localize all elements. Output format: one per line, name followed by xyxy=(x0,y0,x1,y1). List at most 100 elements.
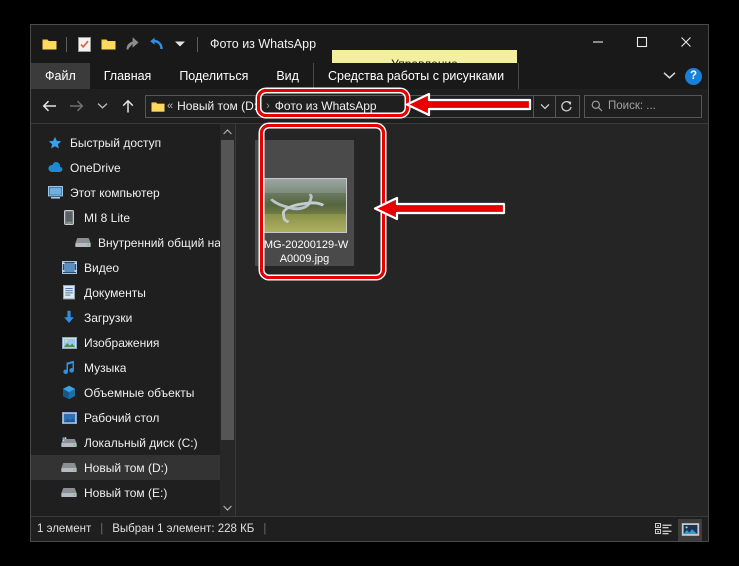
address-bar-buttons xyxy=(533,95,577,117)
breadcrumb-separator[interactable]: › xyxy=(266,100,270,112)
sidebar-item-mi-8-lite[interactable]: MI 8 Lite xyxy=(31,205,235,230)
quick-access-toolbar: Фото из WhatsApp xyxy=(31,25,316,63)
file-tile[interactable]: IMG-20200129-WA0009.jpg xyxy=(255,140,354,266)
scroll-down-arrow-icon[interactable] xyxy=(220,500,235,516)
sidebar-item-label: Этот компьютер xyxy=(70,185,160,200)
view-mode-buttons xyxy=(652,517,702,542)
file-explorer-window: Фото из WhatsApp Управление Файл Главная… xyxy=(30,24,709,542)
cloud-icon xyxy=(47,160,63,176)
undo-icon[interactable] xyxy=(145,31,167,57)
tab-file[interactable]: Файл xyxy=(31,63,90,89)
sidebar-item-label: Видео xyxy=(84,260,120,275)
title-bar: Фото из WhatsApp Управление xyxy=(31,25,708,77)
large-icons-view-button[interactable] xyxy=(678,518,702,541)
item-count-label: 1 элемент xyxy=(37,523,92,535)
tab-view[interactable]: Вид xyxy=(262,63,313,89)
forward-button[interactable] xyxy=(63,93,89,119)
sidebar-item-label: Документы xyxy=(84,285,146,300)
redo-icon[interactable] xyxy=(121,31,143,57)
sidebar-item-label: Новый том (D:) xyxy=(84,460,168,475)
explorer-body: Быстрый доступ OneDrive Этот компьютер M… xyxy=(31,123,708,516)
music-icon xyxy=(61,360,77,376)
sidebar-item-onedrive[interactable]: OneDrive xyxy=(31,155,235,180)
sidebar-item-3d-objects[interactable]: Объемные объекты xyxy=(31,380,235,405)
sidebar-item-documents[interactable]: Документы xyxy=(31,280,235,305)
tab-share[interactable]: Поделиться xyxy=(165,63,262,89)
breadcrumb: « Новый том (D:) › Фото из WhatsApp xyxy=(165,99,533,113)
sidebar-item-videos[interactable]: Видео xyxy=(31,255,235,280)
sidebar-item-label: Новый том (E:) xyxy=(84,485,168,500)
star-icon xyxy=(47,135,63,151)
sidebar-item-new-volume-d[interactable]: Новый том (D:) xyxy=(31,455,235,480)
folder-icon[interactable] xyxy=(38,31,60,57)
sidebar-item-music[interactable]: Музыка xyxy=(31,355,235,380)
sidebar-item-label: Объемные объекты xyxy=(84,385,195,400)
new-folder-icon[interactable] xyxy=(97,31,119,57)
status-bar: 1 элемент | Выбран 1 элемент: 228 КБ | xyxy=(31,516,708,541)
computer-icon xyxy=(47,185,63,201)
breadcrumb-item-drive[interactable]: Новый том (D:) xyxy=(177,99,261,113)
breadcrumb-item-current[interactable]: Фото из WhatsApp xyxy=(275,99,377,113)
sidebar-item-internal-storage[interactable]: Внутренний общий накоп xyxy=(31,230,235,255)
address-dropdown-button[interactable] xyxy=(533,95,555,117)
file-thumbnail xyxy=(262,178,347,233)
customize-quick-access-icon[interactable] xyxy=(169,31,191,57)
help-icon[interactable]: ? xyxy=(685,67,702,85)
breadcrumb-overflow[interactable]: « xyxy=(167,100,173,112)
navigation-pane: Быстрый доступ OneDrive Этот компьютер M… xyxy=(31,124,235,516)
sidebar-item-desktop[interactable]: Рабочий стол xyxy=(31,405,235,430)
screenshot-root: Фото из WhatsApp Управление Файл Главная… xyxy=(0,0,739,566)
documents-icon xyxy=(61,285,77,301)
chevron-down-icon[interactable] xyxy=(663,67,676,85)
file-name-label: IMG-20200129-WA0009.jpg xyxy=(260,239,349,265)
system-drive-icon xyxy=(61,435,77,451)
pictures-icon xyxy=(61,335,77,351)
properties-icon[interactable] xyxy=(73,31,95,57)
search-icon xyxy=(591,100,603,112)
sidebar-item-label: MI 8 Lite xyxy=(84,210,131,225)
desktop-icon xyxy=(61,410,77,426)
sidebar-item-downloads[interactable]: Загрузки xyxy=(31,305,235,330)
window-controls xyxy=(576,25,708,58)
search-box[interactable]: Поиск: ... xyxy=(584,94,702,118)
scrollbar-thumb[interactable] xyxy=(221,140,234,440)
search-input[interactable]: Поиск: ... xyxy=(608,100,656,112)
sidebar-item-local-disk-c[interactable]: Локальный диск (C:) xyxy=(31,430,235,455)
drive-icon xyxy=(61,485,77,501)
maximize-button[interactable] xyxy=(620,25,664,58)
sidebar-item-this-pc[interactable]: Этот компьютер xyxy=(31,180,235,205)
navigation-tree: Быстрый доступ OneDrive Этот компьютер M… xyxy=(31,124,235,505)
sidebar-item-label: Изображения xyxy=(84,335,160,350)
video-icon xyxy=(61,260,77,276)
navigation-pane-scrollbar[interactable] xyxy=(220,124,235,516)
sidebar-item-label: Рабочий стол xyxy=(84,410,160,425)
status-separator-2: | xyxy=(263,523,267,535)
scroll-up-arrow-icon[interactable] xyxy=(220,124,235,140)
recent-locations-button[interactable] xyxy=(89,93,115,119)
selection-info-label: Выбран 1 элемент: 228 КБ xyxy=(112,523,255,535)
sidebar-item-pictures[interactable]: Изображения xyxy=(31,330,235,355)
sidebar-item-label: Локальный диск (C:) xyxy=(84,435,198,450)
sidebar-item-label: Быстрый доступ xyxy=(70,135,162,150)
ribbon-right-controls: ? xyxy=(663,63,702,89)
drive-icon xyxy=(75,235,91,251)
sidebar-item-label: Внутренний общий накоп xyxy=(98,235,235,250)
breadcrumb-bar[interactable]: « Новый том (D:) › Фото из WhatsApp xyxy=(145,94,580,118)
sidebar-item-label: Загрузки xyxy=(84,310,133,325)
phone-icon xyxy=(61,210,77,226)
close-button[interactable] xyxy=(664,25,708,58)
tab-picture-tools[interactable]: Средства работы с рисунками xyxy=(312,63,520,89)
window-title: Фото из WhatsApp xyxy=(210,37,317,51)
refresh-button[interactable] xyxy=(555,95,577,117)
back-button[interactable] xyxy=(37,93,63,119)
file-list-pane[interactable]: IMG-20200129-WA0009.jpg xyxy=(235,124,708,516)
toolbar-divider-2 xyxy=(197,36,198,52)
tab-home[interactable]: Главная xyxy=(90,63,166,89)
downloads-icon xyxy=(61,310,77,326)
minimize-button[interactable] xyxy=(576,25,620,58)
address-bar: « Новый том (D:) › Фото из WhatsApp Поис… xyxy=(31,89,708,123)
sidebar-item-new-volume-e[interactable]: Новый том (E:) xyxy=(31,480,235,505)
up-button[interactable] xyxy=(115,93,141,119)
details-view-button[interactable] xyxy=(652,519,676,541)
sidebar-item-quick-access[interactable]: Быстрый доступ xyxy=(31,130,235,155)
